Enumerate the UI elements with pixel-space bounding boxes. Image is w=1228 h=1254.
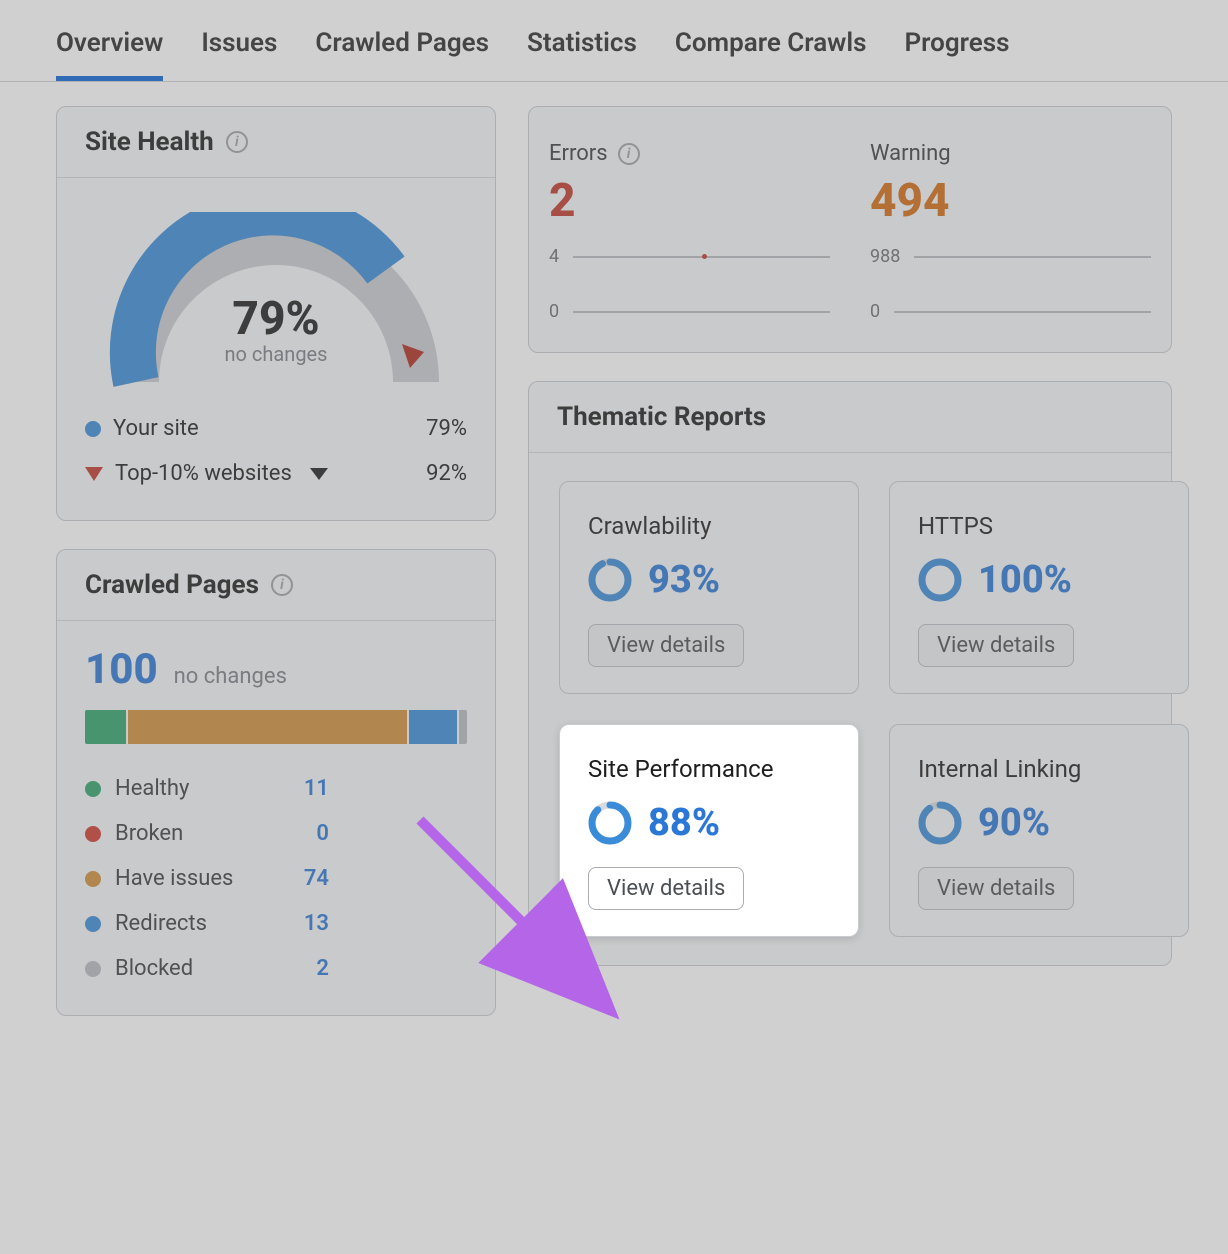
legend-top10-value: 92% <box>426 461 467 486</box>
crawled-row-label: Have issues <box>115 866 275 891</box>
thematic-card-crawlability: Crawlability 93% View details <box>559 481 859 694</box>
warnings-value: 494 <box>870 174 1151 228</box>
progress-ring-icon <box>918 801 962 845</box>
crawled-row-value: 74 <box>289 866 329 891</box>
warnings-sparkline: 988 0 <box>870 246 1151 322</box>
circle-icon <box>85 961 101 977</box>
circle-icon <box>85 781 101 797</box>
tabs-bar: Overview Issues Crawled Pages Statistics… <box>0 0 1228 82</box>
crawled-row-label: Blocked <box>115 956 275 981</box>
tab-progress[interactable]: Progress <box>905 28 1010 81</box>
site-health-subtext: no changes <box>85 342 467 366</box>
crawled-pages-card: Crawled Pages i 100 no changes Healthy 11… <box>56 549 496 1016</box>
circle-icon <box>85 871 101 887</box>
circle-icon <box>85 421 101 437</box>
tab-crawled-pages[interactable]: Crawled Pages <box>315 28 489 81</box>
list-item[interactable]: Redirects 13 <box>85 901 467 946</box>
crawled-row-value: 0 <box>289 821 329 846</box>
chevron-down-icon[interactable] <box>310 468 328 480</box>
tab-overview[interactable]: Overview <box>56 28 163 81</box>
tab-compare-crawls[interactable]: Compare Crawls <box>675 28 867 81</box>
site-health-percent: 79% <box>85 292 467 346</box>
info-icon[interactable]: i <box>271 574 293 596</box>
thematic-card-percent: 93% <box>648 558 720 602</box>
thematic-card-percent: 90% <box>978 801 1050 845</box>
crawled-row-label: Broken <box>115 821 275 846</box>
warnings-axis-top: 988 <box>870 246 900 267</box>
tab-statistics[interactable]: Statistics <box>527 28 637 81</box>
errors-title: Errors <box>549 141 608 166</box>
list-item[interactable]: Healthy 11 <box>85 766 467 811</box>
legend-your-site-label: Your site <box>113 416 199 441</box>
triangle-down-icon <box>85 467 103 481</box>
progress-ring-icon <box>588 558 632 602</box>
info-icon[interactable]: i <box>226 131 248 153</box>
thematic-card-percent: 100% <box>978 558 1072 602</box>
thematic-card-title: Site Performance <box>588 755 830 783</box>
tab-issues[interactable]: Issues <box>201 28 277 81</box>
crawled-row-value: 13 <box>289 911 329 936</box>
list-item[interactable]: Have issues 74 <box>85 856 467 901</box>
crawled-row-label: Redirects <box>115 911 275 936</box>
crawled-pages-bar <box>85 710 467 744</box>
info-icon[interactable]: i <box>618 143 640 165</box>
thematic-card-site-performance: Site Performance 88% View details <box>559 724 859 937</box>
crawled-pages-title: Crawled Pages <box>85 570 259 600</box>
crawled-row-label: Healthy <box>115 776 275 801</box>
errors-axis-top: 4 <box>549 246 559 267</box>
thematic-card-title: Crawlability <box>588 512 830 540</box>
thematic-card-title: HTTPS <box>918 512 1160 540</box>
errors-block: Errors i 2 4 0 <box>549 141 830 322</box>
legend-top10[interactable]: Top-10% websites 92% <box>85 451 467 496</box>
warnings-title: Warning <box>870 141 951 166</box>
crawled-row-value: 11 <box>289 776 329 801</box>
errors-warnings-card: Errors i 2 4 0 Warning 494 <box>528 106 1172 353</box>
crawled-row-value: 2 <box>289 956 329 981</box>
thematic-reports-title: Thematic Reports <box>557 402 766 432</box>
errors-axis-bot: 0 <box>549 301 559 322</box>
progress-ring-icon <box>588 801 632 845</box>
circle-icon <box>85 916 101 932</box>
errors-value: 2 <box>549 174 830 228</box>
view-details-button[interactable]: View details <box>588 624 744 667</box>
legend-top10-label: Top-10% websites <box>115 461 292 486</box>
list-item[interactable]: Broken 0 <box>85 811 467 856</box>
thematic-card-percent: 88% <box>648 801 720 845</box>
crawled-pages-total: 100 <box>85 645 158 694</box>
list-item[interactable]: Blocked 2 <box>85 946 467 991</box>
errors-sparkline: 4 0 <box>549 246 830 322</box>
site-health-card: Site Health i <box>56 106 496 521</box>
thematic-card-https: HTTPS 100% View details <box>889 481 1189 694</box>
thematic-card-title: Internal Linking <box>918 755 1160 783</box>
view-details-button[interactable]: View details <box>918 624 1074 667</box>
legend-your-site-value: 79% <box>426 416 467 441</box>
crawled-pages-list: Healthy 11 Broken 0 Have issues 74 Redirects 13… <box>85 766 467 991</box>
thematic-card-internal-linking: Internal Linking 90% View details <box>889 724 1189 937</box>
warnings-block: Warning 494 988 0 <box>870 141 1151 322</box>
view-details-button[interactable]: View details <box>918 867 1074 910</box>
circle-icon <box>85 826 101 842</box>
legend-your-site: Your site 79% <box>85 406 467 451</box>
crawled-pages-subtext: no changes <box>174 664 287 689</box>
view-details-button[interactable]: View details <box>588 867 744 910</box>
warnings-axis-bot: 0 <box>870 301 880 322</box>
progress-ring-icon <box>918 558 962 602</box>
thematic-reports-card: Thematic Reports Crawlability 93% View det… <box>528 381 1172 966</box>
site-health-title: Site Health <box>85 127 214 157</box>
